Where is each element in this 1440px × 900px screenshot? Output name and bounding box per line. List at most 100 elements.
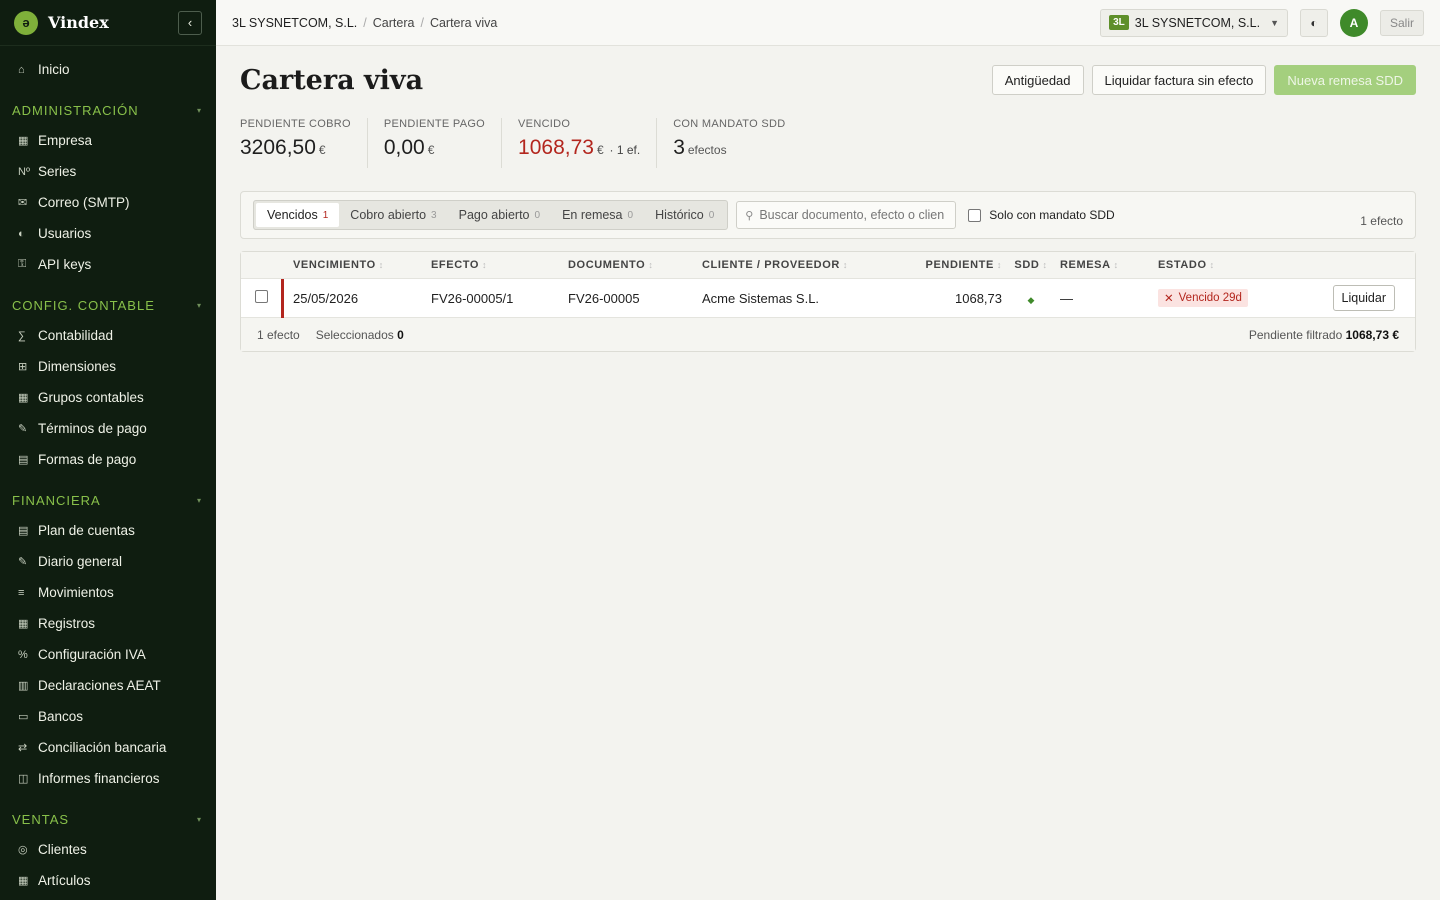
box-icon: ▦ [18, 875, 29, 887]
row-checkbox[interactable] [255, 290, 268, 303]
tab-count: 0 [708, 209, 715, 221]
sdd-only-filter[interactable]: Solo con mandato SDD [968, 208, 1115, 222]
brand: ә Vindex ‹ [0, 0, 216, 46]
sidebar-item-inicio[interactable]: ⌂ Inicio [0, 54, 216, 85]
sidebar-item-informes-financieros[interactable]: ◫ Informes financieros [0, 763, 216, 794]
tab-label: En remesa [562, 208, 623, 222]
company-badge: 3L [1109, 15, 1129, 30]
column-header-sdd[interactable]: SDD ↕ [1002, 259, 1060, 271]
tab-historico[interactable]: Histórico 0 [644, 203, 725, 227]
brand-logo: ә [14, 10, 38, 35]
table-icon: ▦ [18, 392, 29, 404]
sidebar-item-articulos[interactable]: ▦ Artículos [0, 865, 216, 896]
topbar: 3L SYSNETCOM, S.L. / Cartera / Cartera v… [216, 0, 1440, 46]
sidebar-item-configuracion-iva[interactable]: % Configuración IVA [0, 639, 216, 670]
kpi-extra: · 1 ef. [609, 143, 641, 157]
sdd-only-checkbox[interactable] [968, 208, 982, 222]
column-header-documento[interactable]: DOCUMENTO ↕ [568, 259, 702, 271]
breadcrumb-cartera[interactable]: Cartera [373, 16, 415, 30]
section-financiera[interactable]: FINANCIERA ▾ [0, 485, 216, 515]
table-icon: ▦ [18, 618, 29, 630]
tab-label: Vencidos [267, 208, 318, 222]
section-administracion[interactable]: ADMINISTRACIÓN ▾ [0, 95, 216, 125]
section-config-contable[interactable]: CONFIG. CONTABLE ▾ [0, 290, 216, 320]
sidebar-item-registros[interactable]: ▦ Registros [0, 608, 216, 639]
table-row[interactable]: 25/05/2026 FV26-00005/1 FV26-00005 Acme … [241, 279, 1415, 318]
sidebar-item-conciliacion-bancaria[interactable]: ⇄ Conciliación bancaria [0, 732, 216, 763]
sidebar-item-contabilidad[interactable]: ∑ Contabilidad [0, 320, 216, 351]
tab-count: 0 [534, 209, 541, 221]
tab-vencidos[interactable]: Vencidos 1 [256, 203, 340, 227]
sort-icon: ↕ [482, 260, 488, 270]
sidebar-item-clientes[interactable]: ◎ Clientes [0, 834, 216, 865]
kpi-value: 3206,50 [240, 136, 316, 159]
sidebar-item-label: Plan de cuentas [38, 523, 135, 538]
sidebar-item-label: Bancos [38, 709, 84, 724]
sidebar-item-dimensiones[interactable]: ⊞ Dimensiones [0, 351, 216, 382]
settle-invoice-button[interactable]: Liquidar factura sin efecto [1091, 65, 1267, 95]
list-icon: ▤ [18, 525, 29, 537]
cell-vencimiento: 25/05/2026 [293, 290, 359, 306]
theme-toggle-button[interactable]: ◐ [1299, 8, 1328, 37]
sort-icon: ↕ [378, 260, 384, 270]
tab-pago-abierto[interactable]: Pago abierto 0 [448, 203, 551, 227]
sidebar-item-label: Contabilidad [38, 328, 114, 343]
caret-icon: ▾ [196, 495, 202, 505]
kpi-label: PENDIENTE COBRO [240, 118, 351, 130]
sidebar-item-formas-pago[interactable]: ▤ Formas de pago [0, 444, 216, 475]
tab-label: Histórico [655, 208, 704, 222]
sidebar-item-declaraciones-aeat[interactable]: ▥ Declaraciones AEAT [0, 670, 216, 701]
sidebar-item-series[interactable]: Nº Series [0, 156, 216, 187]
section-title: VENTAS [12, 811, 70, 827]
overdue-indicator [281, 279, 284, 318]
sidebar-item-plan-cuentas[interactable]: ▤ Plan de cuentas [0, 515, 216, 546]
aging-button[interactable]: Antigüedad [991, 65, 1084, 95]
pen-icon: ✎ [18, 423, 28, 435]
key-icon: ⚿ [18, 258, 27, 270]
section-ventas[interactable]: VENTAS ▾ [0, 804, 216, 834]
sidebar-item-label: Formas de pago [38, 452, 137, 467]
sidebar-item-empresa[interactable]: ▦ Empresa [0, 125, 216, 156]
kpi-value: 1068,73 [518, 136, 594, 159]
effects-table: VENCIMIENTO ↕ EFECTO ↕ DOCUMENTO ↕ CLIENTE … [240, 251, 1416, 352]
column-header-cliente[interactable]: CLIENTE / PROVEEDOR ↕ [702, 259, 882, 271]
pen-icon: ✎ [18, 556, 28, 568]
logout-button[interactable]: Salir [1379, 9, 1424, 36]
breadcrumb-current: Cartera viva [429, 15, 498, 30]
column-label: REMESA [1060, 259, 1111, 271]
tab-count: 3 [431, 209, 437, 221]
tab-en-remesa[interactable]: En remesa 0 [551, 203, 644, 227]
sidebar-item-diario-general[interactable]: ✎ Diario general [0, 546, 216, 577]
company-selector[interactable]: 3L 3L SYSNETCOM, S.L. ▼ [1100, 8, 1288, 37]
sidebar-item-label: Configuración IVA [38, 647, 146, 662]
table-footer: 1 efecto Seleccionados 0 Pendiente filtr… [241, 318, 1415, 351]
breadcrumb-company[interactable]: 3L SYSNETCOM, S.L. [232, 16, 357, 30]
column-header-pendiente[interactable]: PENDIENTE ↕ [882, 259, 1002, 271]
column-header-remesa[interactable]: REMESA ↕ [1060, 259, 1158, 271]
column-header-efecto[interactable]: EFECTO ↕ [431, 259, 568, 271]
sidebar-item-label: Registros [38, 616, 96, 631]
search-input[interactable] [759, 208, 945, 222]
sidebar-item-api-keys[interactable]: ⚿ API keys [0, 249, 216, 280]
sort-icon: ↕ [1042, 260, 1048, 270]
liquidar-button[interactable]: Liquidar [1332, 285, 1395, 311]
sidebar-item-grupos-contables[interactable]: ▦ Grupos contables [0, 382, 216, 413]
sidebar-item-bancos[interactable]: ▭ Bancos [0, 701, 216, 732]
collapse-sidebar-button[interactable]: ‹ [178, 10, 202, 35]
new-sdd-remittance-button[interactable]: Nueva remesa SDD [1274, 65, 1416, 95]
avatar[interactable]: A [1339, 8, 1368, 37]
building-icon: ▦ [18, 135, 29, 147]
sidebar-item-movimientos[interactable]: ≡ Movimientos [0, 577, 216, 608]
sidebar-item-correo[interactable]: ✉ Correo (SMTP) [0, 187, 216, 218]
sidebar-item-terminos-pago[interactable]: ✎ Términos de pago [0, 413, 216, 444]
section-title: CONFIG. CONTABLE [12, 297, 155, 313]
sidebar-item-label: Clientes [38, 842, 87, 857]
status-badge: ✕ Vencido 29d [1158, 289, 1248, 307]
column-header-vencimiento[interactable]: VENCIMIENTO ↕ [293, 259, 431, 271]
sidebar-item-label: Series [38, 164, 77, 179]
sidebar-item-usuarios[interactable]: ◐ Usuarios [0, 218, 216, 249]
column-header-estado[interactable]: ESTADO ↕ [1158, 259, 1302, 271]
cell-estado: ✕ Vencido 29d [1158, 289, 1302, 307]
breadcrumb: 3L SYSNETCOM, S.L. / Cartera / Cartera v… [232, 16, 497, 30]
tab-cobro-abierto[interactable]: Cobro abierto 3 [339, 203, 447, 227]
